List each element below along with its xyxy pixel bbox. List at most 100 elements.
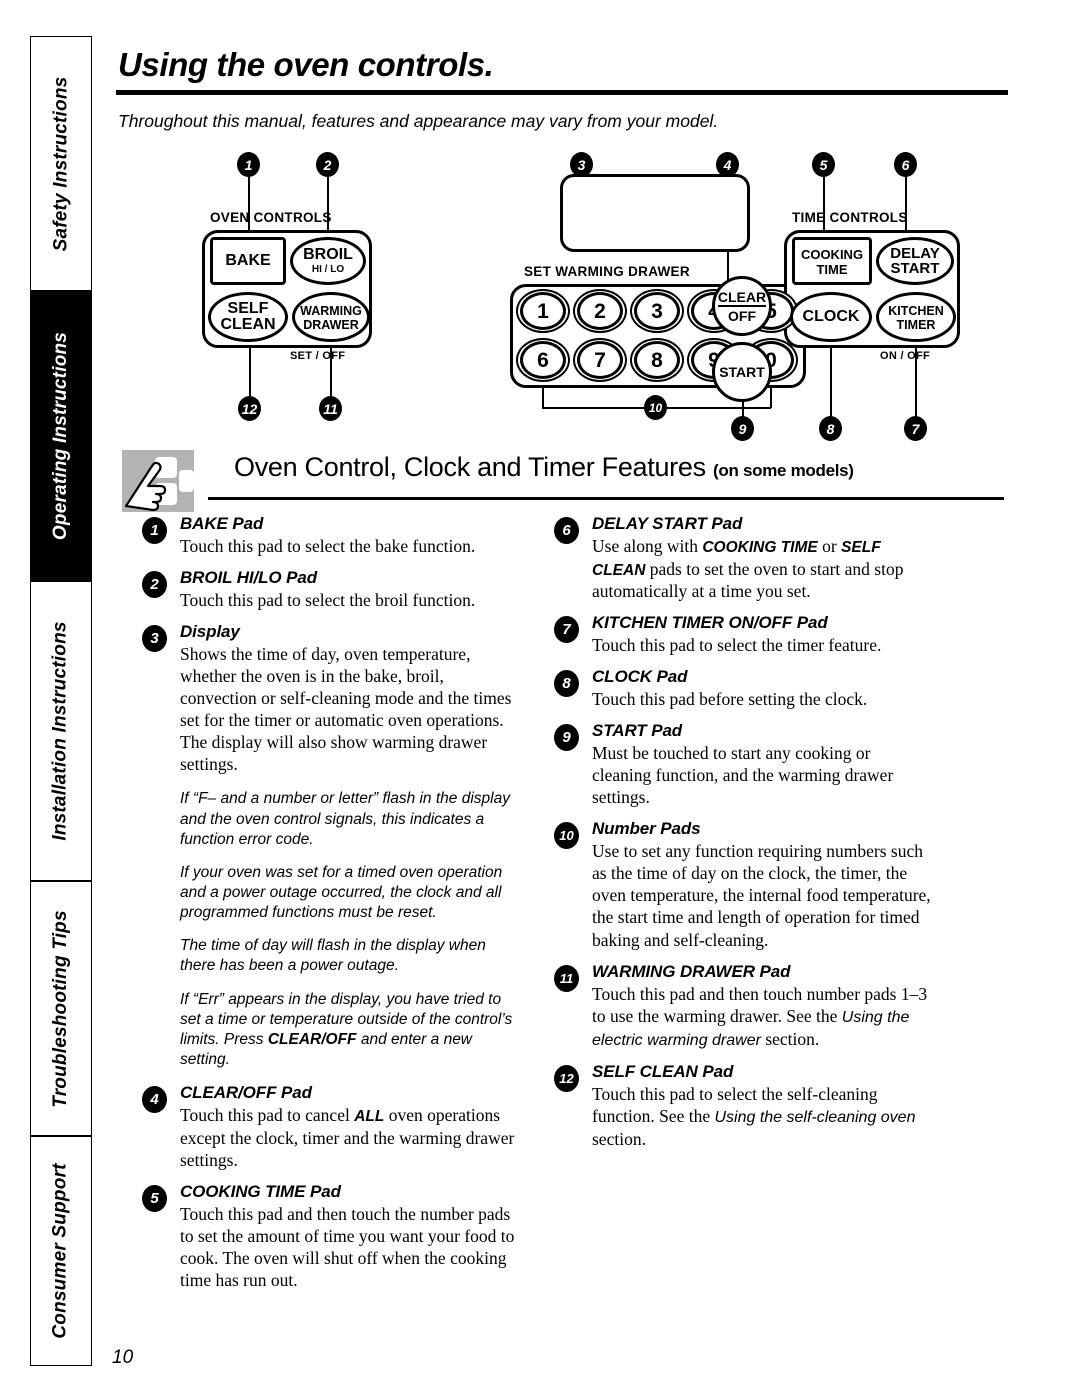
entry-badge: 1 — [142, 517, 167, 544]
right-column: 6 DELAY START Pad Use along with COOKING… — [542, 514, 932, 1302]
on-off-label: ON / OFF — [880, 350, 931, 362]
callout-6: 6 — [894, 152, 917, 177]
feature-entry-display: 3 Display Shows the time of day, oven te… — [130, 622, 520, 775]
entry-heading: BROIL HI/LO Pad — [180, 568, 318, 588]
feature-entry-delay-start: 6 DELAY START Pad Use along with COOKING… — [542, 514, 932, 602]
cooking-time-pad[interactable]: COOKING TIME — [792, 237, 872, 285]
callout-leader-2 — [327, 177, 329, 235]
page-number: 10 — [112, 1347, 134, 1368]
note-error-code: If “F– and a number or letter” flash in … — [180, 790, 510, 848]
callout-8: 8 — [819, 416, 842, 441]
callout-leader-12 — [249, 342, 251, 396]
control-panel-diagram: 1 2 3 4 5 6 OVEN CONTROLS BAKE BROIL HI … — [112, 146, 1042, 446]
entry-heading: BAKE Pad — [180, 514, 264, 533]
time-controls-label: TIME CONTROLS — [792, 210, 908, 225]
note-err-message: If “Err” appears in the display, you hav… — [180, 990, 513, 1068]
feature-entry-bake: 1 BAKE Pad Touch this pad to select the … — [130, 514, 520, 557]
entry-body: Touch this pad and then touch the number… — [180, 1203, 515, 1290]
entry-body: Touch this pad and then touch number pad… — [592, 983, 928, 1049]
entry-heading: SELF CLEAN Pad — [592, 1061, 734, 1081]
sidebar-tab-label: Consumer Support — [50, 1163, 72, 1339]
callout-2: 2 — [316, 152, 339, 177]
pointing-hand-icon — [122, 450, 194, 512]
sidebar-tab-troubleshooting-tips[interactable]: Troubleshooting Tips — [30, 881, 92, 1136]
sidebar-tab-label: Troubleshooting Tips — [50, 909, 71, 1108]
entry-badge: 6 — [554, 517, 579, 544]
note-time-flash: The time of day will flash in the displa… — [180, 937, 486, 975]
entry-badge: 12 — [554, 1064, 579, 1092]
number-pad-8[interactable]: 8 — [634, 341, 680, 379]
entry-badge: 4 — [142, 1086, 167, 1114]
self-clean-pad[interactable]: SELF CLEAN — [208, 292, 288, 342]
section-divider — [208, 497, 1004, 500]
entry-heading: KITCHEN TIMER ON/OFF Pad — [592, 613, 828, 633]
entry-badge: 9 — [554, 724, 579, 752]
kitchen-timer-pad[interactable]: KITCHEN TIMER — [876, 292, 956, 342]
entry-body: Use to set any function requiring number… — [592, 841, 931, 950]
number-pad-3[interactable]: 3 — [634, 292, 680, 330]
entry-heading: CLOCK Pad — [592, 667, 688, 687]
page-content: Using the oven controls. Throughout this… — [112, 36, 1042, 1302]
sidebar-tab-installation-instructions[interactable]: Installation Instructions — [30, 581, 92, 881]
clock-pad[interactable]: CLOCK — [790, 292, 872, 342]
sidebar-tab-safety-instructions[interactable]: Safety Instructions — [30, 36, 92, 291]
section-title: Oven Control, Clock and Timer Features (… — [234, 452, 854, 482]
entry-badge: 11 — [554, 964, 579, 992]
entry-body: Touch this pad to cancel ALL oven operat… — [180, 1105, 515, 1170]
display-notes: If “F– and a number or letter” flash in … — [130, 789, 520, 1070]
entry-badge: 7 — [554, 616, 579, 644]
feature-entry-clear-off: 4 CLEAR/OFF Pad Touch this pad to cancel… — [130, 1083, 520, 1171]
feature-entry-warming-drawer: 11 WARMING DRAWER Pad Touch this pad and… — [542, 962, 932, 1051]
entry-body: Touch this pad to select the timer featu… — [592, 635, 882, 656]
warming-drawer-pad[interactable]: WARMING DRAWER — [292, 292, 370, 342]
entry-badge: 2 — [142, 571, 167, 599]
feature-entry-number-pads: 10 Number Pads Use to set any function r… — [542, 819, 932, 950]
clear-off-pad[interactable]: CLEAR OFF — [712, 276, 772, 336]
feature-entry-cooking-time: 5 COOKING TIME Pad Touch this pad and th… — [130, 1182, 520, 1291]
entry-heading: DELAY START Pad — [592, 514, 743, 533]
entry-heading: COOKING TIME Pad — [180, 1181, 341, 1201]
number-pad-6[interactable]: 6 — [520, 341, 566, 379]
entry-heading: Display — [180, 622, 240, 642]
sidebar-tab-consumer-support[interactable]: Consumer Support — [30, 1136, 92, 1366]
number-pad-7[interactable]: 7 — [577, 341, 623, 379]
sidebar-tab-operating-instructions[interactable]: Operating Instructions — [30, 291, 92, 581]
entry-heading: Number Pads — [592, 819, 701, 839]
title-divider — [116, 90, 1008, 95]
callout-leader-1 — [248, 177, 250, 235]
callout-5: 5 — [812, 152, 835, 177]
entry-body: Shows the time of day, oven temperature,… — [180, 644, 512, 775]
sidebar-tabs: Safety Instructions Operating Instructio… — [30, 36, 92, 1366]
sidebar-tab-label: Installation Instructions — [50, 621, 71, 841]
left-column: 1 BAKE Pad Touch this pad to select the … — [130, 514, 520, 1302]
feature-entry-kitchen-timer: 7 KITCHEN TIMER ON/OFF Pad Touch this pa… — [542, 613, 932, 656]
number-pad-1[interactable]: 1 — [520, 292, 566, 330]
feature-entry-clock: 8 CLOCK Pad Touch this pad before settin… — [542, 667, 932, 710]
entry-badge: 5 — [142, 1184, 167, 1212]
entry-body: Must be touched to start any cooking or … — [592, 743, 894, 808]
callout-3: 3 — [570, 152, 593, 177]
entry-badge: 10 — [554, 822, 579, 850]
entry-body: Touch this pad to select the bake functi… — [180, 536, 476, 556]
callout-11: 11 — [319, 396, 342, 421]
start-pad[interactable]: START — [712, 342, 772, 402]
set-warming-drawer-label: SET WARMING DRAWER — [524, 264, 690, 279]
page-title: Using the oven controls. — [118, 46, 494, 83]
feature-list: 1 BAKE Pad Touch this pad to select the … — [112, 514, 1042, 1302]
section-header: Oven Control, Clock and Timer Features (… — [112, 450, 1042, 512]
callout-10: 10 — [644, 395, 667, 420]
broil-pad[interactable]: BROIL HI / LO — [290, 237, 366, 285]
delay-start-pad[interactable]: DELAY START — [876, 237, 954, 285]
oven-controls-label: OVEN CONTROLS — [210, 210, 332, 225]
page-subtitle: Throughout this manual, features and app… — [118, 111, 719, 131]
feature-entry-broil: 2 BROIL HI/LO Pad Touch this pad to sele… — [130, 568, 520, 611]
feature-entry-start: 9 START Pad Must be touched to start any… — [542, 721, 932, 808]
entry-badge: 8 — [554, 670, 579, 698]
sidebar-tab-label: Operating Instructions — [50, 331, 72, 541]
bake-pad[interactable]: BAKE — [210, 237, 286, 285]
callout-leader-8 — [830, 342, 832, 416]
entry-body: Use along with COOKING TIME or SELF CLEA… — [592, 536, 904, 602]
number-pad-2[interactable]: 2 — [577, 292, 623, 330]
callout-12: 12 — [238, 396, 261, 421]
entry-body: Touch this pad before setting the clock. — [592, 689, 868, 710]
